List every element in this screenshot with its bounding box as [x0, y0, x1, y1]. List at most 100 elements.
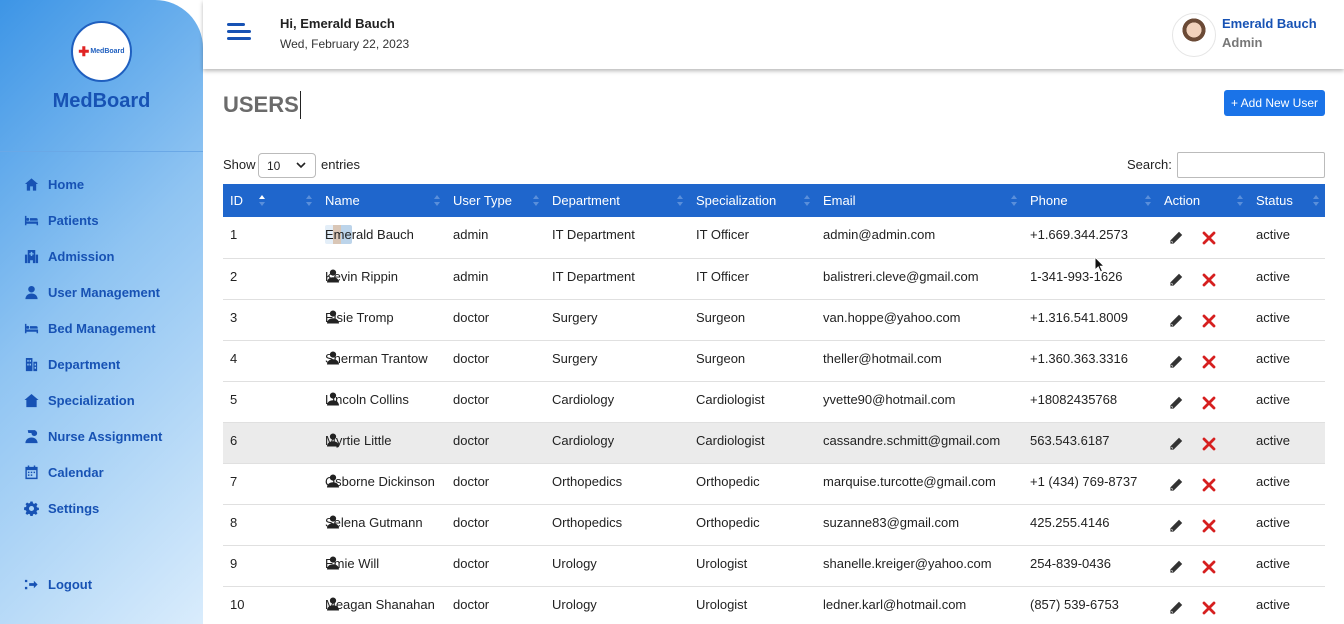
cell-status: active	[1256, 432, 1290, 448]
table-row: 4 Sherman Trantow doctor Surgery Surgeon thel…	[223, 340, 1325, 381]
page-title: USERS	[223, 91, 301, 119]
cell-department: IT Department	[552, 227, 635, 242]
delete-x-icon[interactable]	[1201, 395, 1217, 411]
cell-email: marquise.turcotte@gmail.com	[823, 473, 996, 489]
cell-id: 10	[230, 596, 245, 612]
cell-status: active	[1256, 268, 1290, 284]
delete-x-icon[interactable]	[1201, 354, 1217, 370]
sidebar-item-settings[interactable]: Settings	[0, 490, 203, 526]
sidebar-divider	[0, 151, 203, 152]
cell-user-type: doctor	[453, 514, 490, 530]
cell-specialization: Cardiologist	[696, 432, 765, 448]
cell-user-type: doctor	[453, 432, 490, 448]
cell-user-type: admin	[453, 268, 489, 284]
sidebar-item-department[interactable]: Department	[0, 346, 203, 382]
delete-x-icon[interactable]	[1201, 600, 1217, 616]
sidebar-item-bed-management[interactable]: Bed Management	[0, 310, 203, 346]
sidebar-item-admission[interactable]: Admission	[0, 238, 203, 274]
column-header-action[interactable]: Action	[1157, 184, 1249, 217]
logo-text: MedBoard	[90, 48, 125, 55]
menu-toggle-icon[interactable]	[227, 21, 251, 45]
sidebar-item-home[interactable]: Home	[0, 166, 203, 202]
sidebar-item-label: Admission	[48, 248, 115, 264]
header-user-name[interactable]: Emerald Bauch	[1222, 16, 1317, 31]
cell-photo	[271, 586, 339, 624]
edit-pencil-icon[interactable]	[1168, 272, 1184, 288]
cell-id: 5	[230, 391, 238, 407]
column-header-status[interactable]: Status	[1249, 184, 1325, 217]
delete-x-icon[interactable]	[1201, 477, 1217, 493]
cell-status: active	[1256, 473, 1290, 489]
app-logo[interactable]: ✚ MedBoard	[71, 21, 132, 82]
edit-pencil-icon[interactable]	[1168, 230, 1184, 246]
table-row: 10 Meagan Shanahan doctor Urology Urologist l…	[223, 586, 1325, 624]
avatar[interactable]	[1172, 13, 1216, 57]
cell-phone: 254-839-0436	[1030, 555, 1111, 571]
edit-pencil-icon[interactable]	[1168, 395, 1184, 411]
cell-id: 6	[230, 432, 238, 448]
column-header-email[interactable]: Email	[816, 184, 1023, 217]
sidebar-item-label: Calendar	[48, 464, 104, 480]
cell-phone: +18082435768	[1030, 391, 1118, 407]
delete-x-icon[interactable]	[1201, 313, 1217, 329]
cell-action	[1157, 422, 1249, 463]
edit-pencil-icon[interactable]	[1168, 559, 1184, 575]
sort-icon	[1011, 195, 1017, 206]
edit-pencil-icon[interactable]	[1168, 477, 1184, 493]
delete-x-icon[interactable]	[1201, 559, 1217, 575]
entries-select-value: 10	[267, 158, 281, 173]
cell-phone: +1 (434) 769-8737	[1030, 473, 1138, 489]
delete-x-icon[interactable]	[1201, 518, 1217, 534]
brand-name: MedBoard	[52, 90, 151, 112]
column-header-photo[interactable]	[271, 184, 318, 217]
cell-specialization: IT Officer	[696, 268, 749, 284]
entries-select[interactable]: 10	[258, 153, 316, 178]
delete-x-icon[interactable]	[1201, 272, 1217, 288]
cell-department: Urology	[552, 596, 597, 612]
cell-action	[1157, 217, 1249, 258]
cell-department: Cardiology	[552, 432, 615, 448]
cell-status: active	[1256, 309, 1290, 325]
cell-name: Selena Gutmann	[325, 514, 423, 530]
column-header-user-type[interactable]: User Type	[446, 184, 545, 217]
search-input[interactable]	[1177, 152, 1325, 178]
sidebar-item-label: Department	[48, 356, 121, 372]
sidebar-item-nurse-assignment[interactable]: Nurse Assignment	[0, 418, 203, 454]
edit-pencil-icon[interactable]	[1168, 518, 1184, 534]
cell-name: Meagan Shanahan	[325, 596, 435, 612]
current-date: Wed, February 22, 2023	[280, 37, 410, 51]
sidebar-item-specialization[interactable]: Specialization	[0, 382, 203, 418]
search-label: Search:	[1127, 157, 1172, 172]
sidebar-item-calendar[interactable]: Calendar	[0, 454, 203, 490]
edit-pencil-icon[interactable]	[1168, 354, 1184, 370]
sidebar-item-label: Nurse Assignment	[48, 428, 163, 444]
edit-pencil-icon[interactable]	[1168, 600, 1184, 616]
edit-pencil-icon[interactable]	[1168, 313, 1184, 329]
building-icon	[23, 356, 39, 372]
column-header-specialization[interactable]: Specialization	[689, 184, 816, 217]
cell-email: ledner.karl@hotmail.com	[823, 596, 967, 612]
cell-photo	[271, 545, 339, 586]
delete-x-icon[interactable]	[1201, 230, 1217, 246]
cell-photo	[271, 381, 339, 422]
column-header-name[interactable]: Name	[318, 184, 446, 217]
column-header-department[interactable]: Department	[545, 184, 689, 217]
sidebar: ✚ MedBoard MedBoard Home Patients Admiss…	[0, 0, 203, 624]
sidebar-item-user-management[interactable]: User Management	[0, 274, 203, 310]
cell-id: 9	[230, 555, 238, 571]
column-header-phone[interactable]: Phone	[1023, 184, 1157, 217]
user-icon	[23, 284, 39, 300]
cell-email: theller@hotmail.com	[823, 350, 942, 366]
sort-icon	[1237, 195, 1243, 206]
add-new-user-button[interactable]: + Add New User	[1224, 90, 1325, 116]
logout-button[interactable]: Logout	[0, 566, 203, 602]
sidebar-item-patients[interactable]: Patients	[0, 202, 203, 238]
column-header-id[interactable]: ID	[223, 184, 271, 217]
cell-photo	[271, 422, 339, 463]
table-header-row: ID Name User Type Department Specializat…	[223, 184, 1325, 217]
cell-email: balistreri.cleve@gmail.com	[823, 268, 979, 284]
delete-x-icon[interactable]	[1201, 436, 1217, 452]
cell-phone: 563.543.6187	[1030, 432, 1110, 448]
edit-pencil-icon[interactable]	[1168, 436, 1184, 452]
cell-id: 2	[230, 268, 238, 284]
